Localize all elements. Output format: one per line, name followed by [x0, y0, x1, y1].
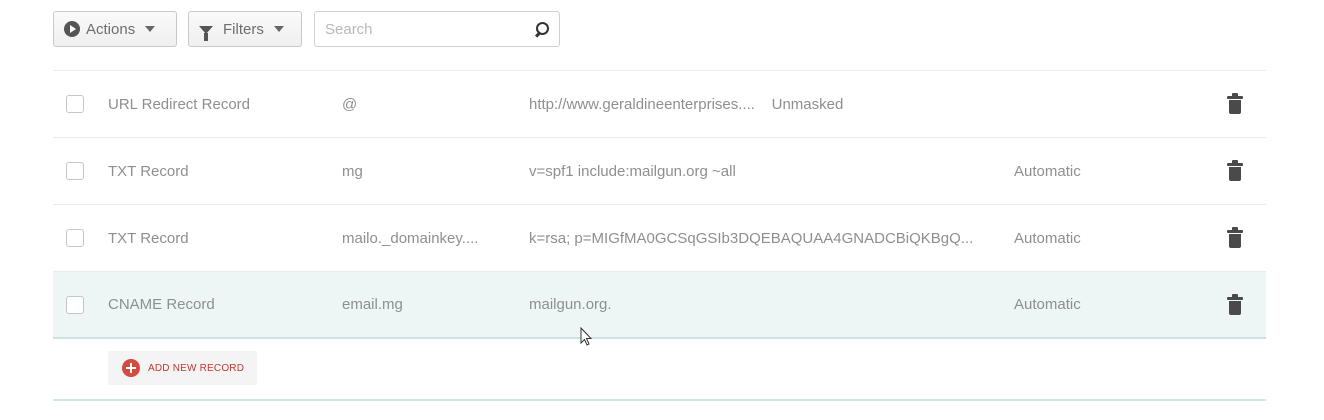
table-row: TXT Record mailo._domainkey.... k=rsa; p… — [53, 205, 1266, 272]
record-value-text: http://www.geraldineenterprises.... — [529, 95, 755, 113]
toolbar: Actions Filters — [53, 11, 560, 47]
row-checkbox[interactable] — [66, 295, 84, 314]
trash-icon[interactable] — [1227, 227, 1243, 249]
trash-icon[interactable] — [1227, 293, 1243, 316]
record-host[interactable]: @ — [342, 96, 502, 113]
records-table: URL Redirect Record @ http://www.geraldi… — [53, 70, 1266, 339]
table-row-highlighted: CNAME Record email.mg mailgun.org. Autom… — [53, 272, 1266, 339]
record-ttl[interactable]: Automatic — [1014, 296, 1081, 313]
search-input[interactable] — [325, 20, 535, 38]
record-host[interactable]: mg — [342, 163, 502, 180]
table-row: URL Redirect Record @ http://www.geraldi… — [53, 71, 1266, 138]
funnel-icon — [199, 26, 213, 41]
row-checkbox[interactable] — [66, 95, 84, 113]
record-type[interactable]: URL Redirect Record — [108, 96, 250, 113]
record-host[interactable]: mailo._domainkey.... — [342, 230, 502, 247]
record-value[interactable]: v=spf1 include:mailgun.org ~all — [529, 163, 984, 180]
add-new-record-button[interactable]: ADD NEW RECORD — [108, 351, 257, 385]
filters-label: Filters — [223, 20, 264, 38]
mouse-cursor-icon — [580, 327, 593, 346]
record-type[interactable]: TXT Record — [108, 163, 189, 180]
record-host[interactable]: email.mg — [342, 296, 502, 313]
row-checkbox[interactable] — [66, 229, 84, 247]
search-icon[interactable] — [535, 22, 549, 36]
record-redirect-type: Unmasked — [771, 95, 844, 113]
table-row: TXT Record mg v=spf1 include:mailgun.org… — [53, 138, 1266, 205]
record-value[interactable]: mailgun.org. — [529, 296, 984, 313]
trash-icon[interactable] — [1227, 93, 1243, 115]
record-ttl[interactable]: Automatic — [1014, 230, 1081, 247]
search-box — [314, 11, 560, 47]
filters-button[interactable]: Filters — [188, 11, 302, 47]
row-checkbox[interactable] — [66, 162, 84, 180]
play-circle-icon — [64, 21, 80, 37]
record-type[interactable]: TXT Record — [108, 230, 189, 247]
divider — [53, 399, 1266, 401]
plus-circle-icon — [122, 359, 140, 377]
actions-button[interactable]: Actions — [53, 11, 177, 47]
record-ttl[interactable]: Automatic — [1014, 163, 1081, 180]
chevron-down-icon — [273, 26, 284, 32]
record-type[interactable]: CNAME Record — [108, 296, 215, 313]
record-value[interactable]: http://www.geraldineenterprises.... Unma… — [529, 96, 984, 113]
actions-label: Actions — [86, 20, 136, 38]
chevron-down-icon — [145, 26, 156, 32]
trash-icon[interactable] — [1227, 160, 1243, 182]
record-value[interactable]: k=rsa; p=MIGfMA0GCSqGSIb3DQEBAQUAA4GNADC… — [529, 230, 984, 247]
add-new-record-label: ADD NEW RECORD — [148, 362, 245, 374]
